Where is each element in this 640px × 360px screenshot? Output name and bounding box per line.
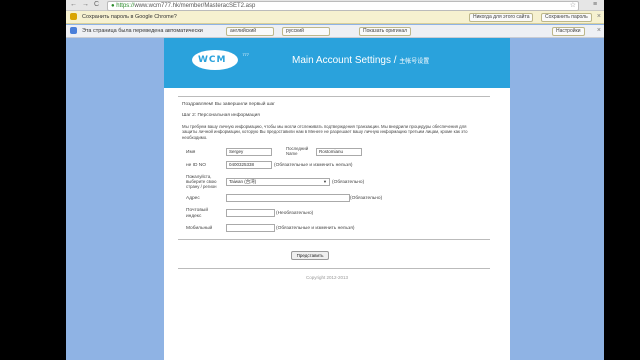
- page-title-cn: 主帐号设置: [399, 59, 430, 65]
- postal-note: (Необязательно): [276, 211, 314, 216]
- translate-message: Эта страница была переведена автоматичес…: [82, 28, 203, 34]
- key-icon: [70, 13, 77, 20]
- submit-button[interactable]: Представить: [291, 251, 329, 260]
- logo-text: WCM: [198, 55, 227, 65]
- url-text: www.wcm777.hk/member/MasteracSET2.asp: [134, 3, 256, 9]
- first-name-input[interactable]: Sergey: [226, 148, 272, 156]
- congrats-text: Поздравляем! Вы завершили первый шаг: [182, 102, 275, 107]
- translate-icon: [70, 27, 77, 34]
- target-language-select[interactable]: русский: [282, 27, 330, 36]
- address-bar[interactable]: ● https://www.wcm777.hk/member/MasteracS…: [107, 1, 579, 11]
- site-logo[interactable]: WCM 777: [192, 50, 249, 70]
- save-password-button[interactable]: Сохранить пароль: [541, 13, 592, 22]
- browser-toolbar: ← → C ● https://www.wcm777.hk/member/Mas…: [66, 0, 604, 11]
- never-save-button[interactable]: Никогда для этого сайта: [469, 13, 534, 22]
- page-container: WCM 777 Main Account Settings / 主帐号设置 По…: [164, 38, 510, 360]
- password-infobar: Сохранить пароль в Google Chrome? Никогд…: [66, 11, 604, 24]
- lock-icon: ●: [111, 3, 115, 9]
- country-label: Пожалуйста, выберите свою страну / регио…: [186, 174, 217, 189]
- divider: [178, 239, 490, 240]
- back-button[interactable]: ←: [70, 1, 77, 8]
- chrome-menu-icon[interactable]: ≡: [593, 1, 597, 8]
- address-input[interactable]: [226, 194, 350, 202]
- page-title: Main Account Settings / 主帐号设置: [292, 55, 430, 66]
- translate-infobar: Эта страница была переведена автоматичес…: [66, 25, 604, 38]
- close-icon[interactable]: ×: [597, 25, 601, 37]
- mobile-label: Мобильный: [186, 226, 213, 231]
- id-note: (Обязательные и изменить нельзя): [274, 163, 353, 168]
- address-label: Адрес: [186, 196, 200, 201]
- logo-tm: 777: [242, 52, 249, 57]
- password-message: Сохранить пароль в Google Chrome?: [82, 14, 177, 20]
- id-input[interactable]: 0400325338: [226, 161, 272, 169]
- last-name-label: Последний Name: [286, 146, 309, 156]
- step-title: Шаг 2: Персональная информация: [182, 113, 260, 118]
- show-original-button[interactable]: Показать оригинал: [359, 27, 412, 36]
- browser-window: ← → C ● https://www.wcm777.hk/member/Mas…: [66, 0, 604, 360]
- id-label: не ID NO: [186, 163, 206, 168]
- last-name-input[interactable]: Rostomianu: [316, 148, 362, 156]
- divider: [178, 268, 490, 269]
- country-note: (Обязательно): [332, 180, 365, 185]
- address-note: (Обязательно): [350, 196, 383, 201]
- translate-settings-button[interactable]: Настройки: [552, 27, 585, 36]
- forward-button[interactable]: →: [82, 1, 89, 8]
- mobile-input[interactable]: [226, 224, 275, 232]
- first-name-label: Имя: [186, 150, 196, 155]
- mobile-note: (Обязательные и изменить нельзя): [276, 226, 355, 231]
- chevron-down-icon: ▼: [323, 179, 327, 184]
- postal-input[interactable]: [226, 209, 275, 217]
- site-header: WCM 777 Main Account Settings / 主帐号设置: [164, 38, 510, 88]
- country-select[interactable]: Taiwan (台湾) ▼: [226, 178, 330, 186]
- source-language-select[interactable]: английский: [226, 27, 274, 36]
- country-value: Taiwan (台湾): [229, 179, 257, 184]
- page-title-text: Main Account Settings: [292, 55, 391, 66]
- bookmark-star-icon[interactable]: ☆: [570, 2, 576, 10]
- url-scheme: https://: [116, 3, 135, 9]
- postal-label: Почтовый индекс: [186, 208, 208, 219]
- copyright-text: Copyright 2012-2013: [306, 275, 349, 280]
- intro-paragraph: Мы требуем вашу личную информацию, чтобы…: [182, 124, 468, 140]
- divider: [178, 96, 490, 97]
- close-icon[interactable]: ×: [597, 11, 601, 23]
- reload-button[interactable]: C: [94, 1, 99, 8]
